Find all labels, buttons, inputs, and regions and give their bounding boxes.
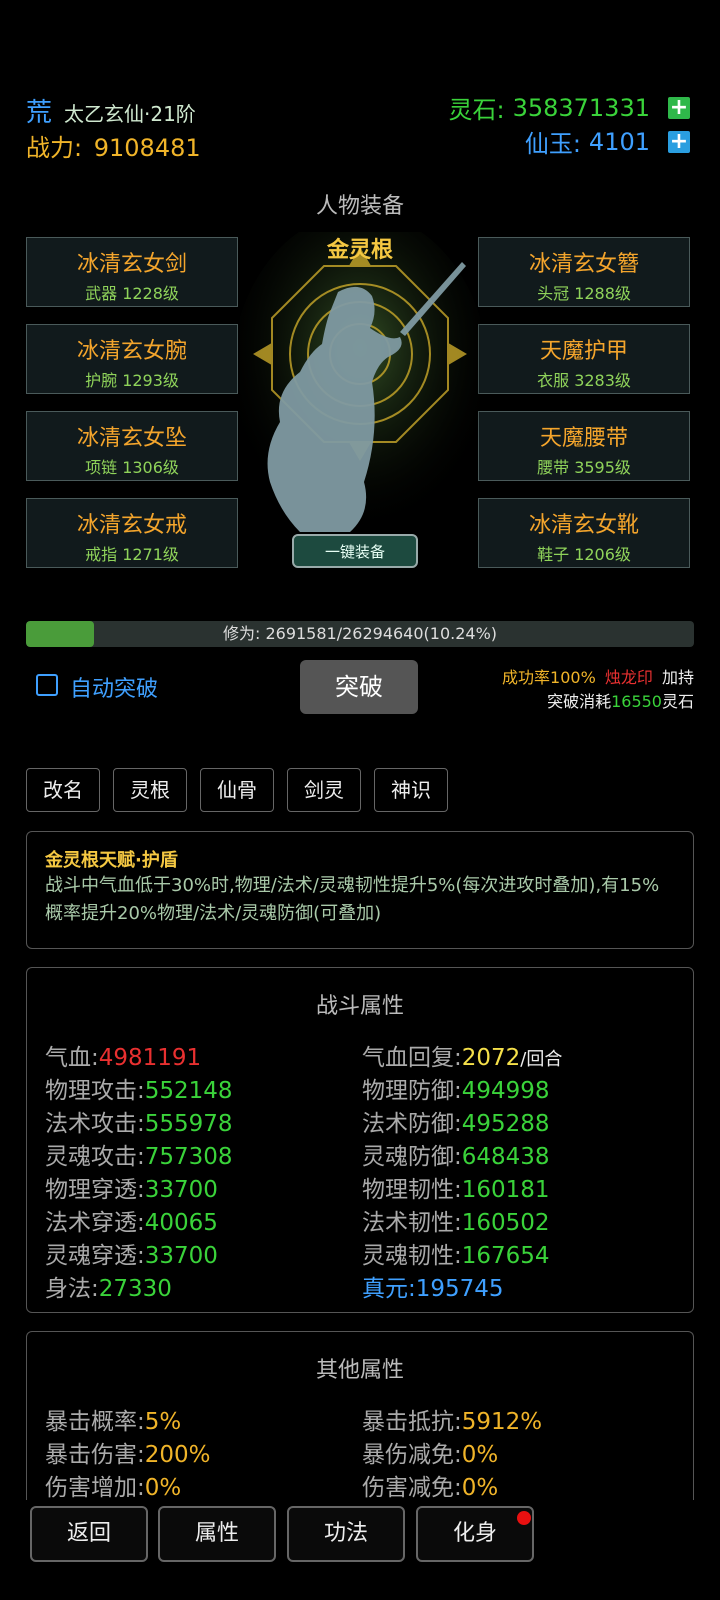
stat-soul-def: 灵魂防御:648438 [362, 1144, 550, 1170]
bonus-label: 加持 [661, 668, 694, 687]
equip-slot-bracer[interactable]: 冰清玄女腕 护腕 1293级 [26, 324, 238, 394]
techniques-button[interactable]: 功法 [287, 1506, 405, 1562]
realm-tag: 荒 [26, 98, 53, 128]
spirit-stone-row: 灵石: 358371331 + [448, 90, 690, 125]
talent-panel: 金灵根天赋·护盾 战斗中气血低于30%时,物理/法术/灵魂韧性提升5%(每次进攻… [26, 831, 694, 949]
equip-slot-weapon[interactable]: 冰清玄女剑 武器 1228级 [26, 237, 238, 307]
avatar-button[interactable]: 化身 [416, 1506, 534, 1562]
auto-break-label[interactable]: 自动突破 [70, 671, 158, 703]
equip-name: 冰清玄女簪 [528, 252, 639, 277]
stat-magic-tough: 法术韧性:160502 [362, 1210, 550, 1236]
stat-dmg-reduce: 伤害减免:0% [362, 1475, 499, 1501]
equip-info: 武器 1228级 [85, 284, 179, 303]
breakthrough-button[interactable]: 突破 [300, 660, 418, 714]
spirit-stone-value: 358371331 [512, 93, 650, 122]
jade-value: 4101 [588, 127, 650, 156]
combat-stats-title: 战斗属性 [315, 994, 404, 1019]
stat-true-essence: 真元:195745 [362, 1276, 504, 1302]
notification-dot-icon [517, 1511, 531, 1525]
equip-name: 天魔腰带 [539, 426, 628, 451]
spirit-stone-label: 灵石: [448, 96, 505, 124]
cost-value: 16550 [611, 692, 662, 711]
equip-info: 腰带 3595级 [537, 458, 631, 477]
stat-phys-tough: 物理韧性:160181 [362, 1177, 550, 1203]
stat-phys-def: 物理防御:494998 [362, 1078, 550, 1104]
tab-immortal-bone[interactable]: 仙骨 [200, 768, 274, 812]
equip-slot-boots[interactable]: 冰清玄女靴 鞋子 1206级 [478, 498, 690, 568]
character-portrait: 金灵根 一键装备 [240, 232, 480, 572]
combat-power: 战力: 9108481 [26, 128, 201, 163]
back-button[interactable]: 返回 [30, 1506, 148, 1562]
equipment-title: 人物装备 [315, 194, 404, 219]
stat-magic-def: 法术防御:495288 [362, 1111, 550, 1137]
other-stats-title: 其他属性 [315, 1358, 404, 1383]
spirit-root-label: 金灵根 [326, 238, 393, 263]
jade-label: 仙玉: [524, 130, 581, 158]
equip-info: 戒指 1271级 [85, 545, 179, 564]
stat-crit-resist: 暴击抵抗:5912% [362, 1409, 543, 1435]
equip-slot-ring[interactable]: 冰清玄女戒 戒指 1271级 [26, 498, 238, 568]
tab-divine-sense[interactable]: 神识 [374, 768, 448, 812]
power-label: 战力: [26, 134, 83, 162]
stat-dmg-bonus: 伤害增加:0% [45, 1475, 182, 1501]
cultivation-progress-text: 修为: 2691581/26294640(10.24%) [222, 624, 498, 643]
auto-break-checkbox[interactable] [36, 674, 58, 696]
stat-phys-pen: 物理穿透:33700 [45, 1177, 218, 1203]
stat-soul-atk: 灵魂攻击:757308 [45, 1144, 233, 1170]
stat-soul-tough: 灵魂韧性:167654 [362, 1243, 550, 1269]
add-spirit-stone-button[interactable]: + [668, 96, 690, 119]
equip-slot-belt[interactable]: 天魔腰带 腰带 3595级 [478, 411, 690, 481]
equip-info: 鞋子 1206级 [537, 545, 631, 564]
stat-crit-rate: 暴击概率:5% [45, 1409, 182, 1435]
equip-name: 冰清玄女腕 [76, 339, 187, 364]
cost-suffix: 灵石 [661, 692, 694, 711]
equip-info: 项链 1306级 [85, 458, 179, 477]
equip-all-button[interactable]: 一键装备 [292, 534, 418, 568]
tab-sword-spirit[interactable]: 剑灵 [287, 768, 361, 812]
tab-spirit-root[interactable]: 灵根 [113, 768, 187, 812]
equip-slot-crown[interactable]: 冰清玄女簪 头冠 1288级 [478, 237, 690, 307]
stat-crit-dmg: 暴击伤害:200% [45, 1442, 211, 1468]
stat-hp: 气血:4981191 [45, 1045, 202, 1071]
breakthrough-info: 成功率100% 烛龙印 加持 突破消耗16550灵石 [502, 666, 694, 714]
jade-row: 仙玉: 4101 + [525, 124, 690, 159]
seal-name: 烛龙印 [604, 668, 653, 687]
equip-name: 冰清玄女坠 [76, 426, 187, 451]
realm-name: 太乙玄仙·21阶 [64, 102, 196, 126]
equip-name: 冰清玄女靴 [528, 513, 639, 538]
talent-title: 金灵根天赋·护盾 [45, 850, 178, 871]
talent-description: 战斗中气血低于30%时,物理/法术/灵魂韧性提升5%(每次进攻时叠加),有15%… [45, 875, 660, 924]
cost-prefix: 突破消耗 [547, 692, 612, 711]
stat-hp-regen: 气血回复:2072/回合 [362, 1045, 563, 1071]
stat-magic-atk: 法术攻击:555978 [45, 1111, 233, 1137]
equip-slot-necklace[interactable]: 冰清玄女坠 项链 1306级 [26, 411, 238, 481]
character-silhouette-icon [240, 232, 480, 552]
cultivation-progress-bar: 修为: 2691581/26294640(10.24%) [26, 621, 694, 647]
equip-slot-armor[interactable]: 天魔护甲 衣服 3283级 [478, 324, 690, 394]
equip-name: 冰清玄女戒 [76, 513, 187, 538]
attributes-button[interactable]: 属性 [158, 1506, 276, 1562]
combat-stats-panel: 战斗属性 气血:4981191 物理攻击:552148 法术攻击:555978 … [26, 967, 694, 1313]
equip-info: 头冠 1288级 [537, 284, 631, 303]
equip-name: 冰清玄女剑 [76, 252, 187, 277]
stat-phys-atk: 物理攻击:552148 [45, 1078, 233, 1104]
stat-magic-pen: 法术穿透:40065 [45, 1210, 218, 1236]
stat-agility: 身法:27330 [45, 1276, 172, 1302]
other-stats-panel: 其他属性 暴击概率:5% 暴击伤害:200% 伤害增加:0% 暴击抵抗:5912… [26, 1331, 694, 1506]
stat-soul-pen: 灵魂穿透:33700 [45, 1243, 218, 1269]
add-jade-button[interactable]: + [668, 130, 690, 153]
equip-info: 衣服 3283级 [537, 371, 631, 390]
equip-name: 天魔护甲 [539, 339, 628, 364]
success-rate: 成功率100% [502, 668, 596, 687]
stat-crit-dmg-reduce: 暴伤减免:0% [362, 1442, 499, 1468]
equip-info: 护腕 1293级 [85, 371, 179, 390]
power-value: 9108481 [93, 134, 201, 162]
tab-rename[interactable]: 改名 [26, 768, 100, 812]
